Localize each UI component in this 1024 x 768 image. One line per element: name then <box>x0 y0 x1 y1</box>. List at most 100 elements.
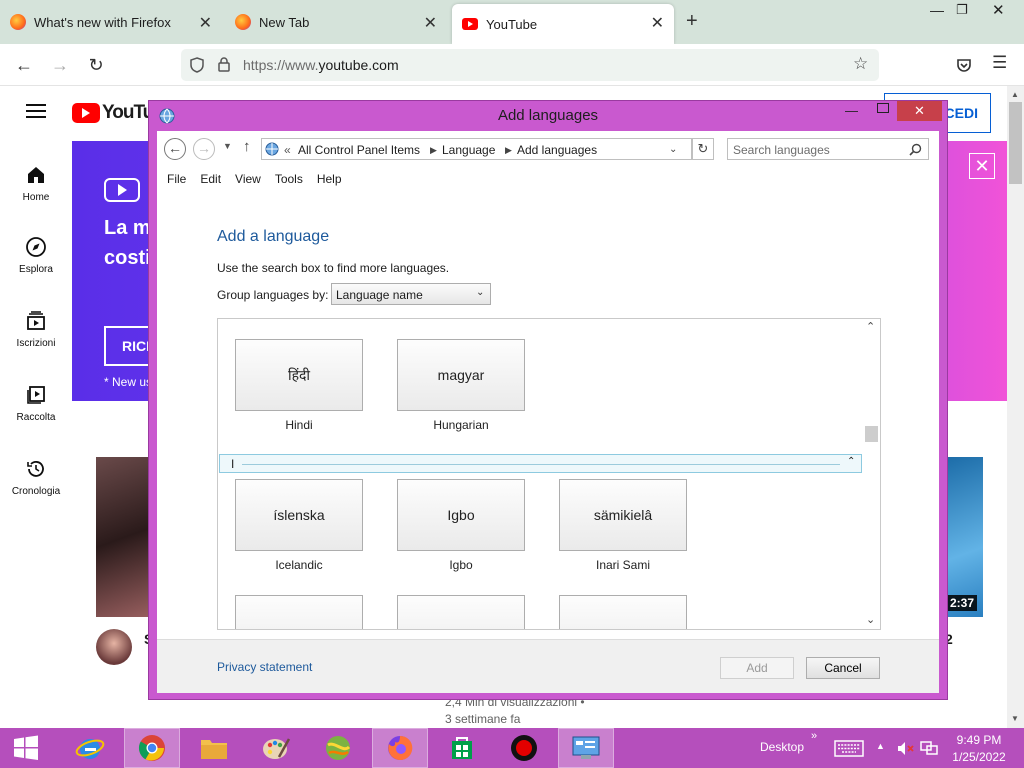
network-icon[interactable] <box>920 740 938 757</box>
search-input[interactable]: Search languages <box>727 138 929 160</box>
language-tile-partial[interactable] <box>235 595 363 629</box>
close-icon[interactable]: ✕ <box>651 13 664 33</box>
language-tile-partial[interactable] <box>559 595 687 629</box>
taskbar-control-panel[interactable] <box>558 728 614 768</box>
add-button[interactable]: Add <box>720 657 794 679</box>
breadcrumb-add-languages[interactable]: Add languages <box>517 139 597 161</box>
scroll-down-icon[interactable]: ⌄ <box>866 613 875 626</box>
tab-new-tab[interactable]: New Tab ✕ <box>225 0 447 44</box>
menu-view[interactable]: View <box>235 172 261 186</box>
sidebar-item-raccolta[interactable]: Raccolta <box>0 384 72 423</box>
collapse-icon[interactable]: ⌃ <box>847 456 855 467</box>
toolbar-expand-icon[interactable]: » <box>811 730 817 742</box>
address-history-dropdown[interactable]: ⌄ <box>669 139 677 161</box>
group-by-select[interactable]: Language name ⌄ <box>331 283 491 305</box>
url-text[interactable]: https://www.youtube.com <box>243 57 399 73</box>
breadcrumb-language[interactable]: Language <box>442 139 495 161</box>
clock-time[interactable]: 9:49 PM <box>946 733 1012 747</box>
volume-muted-icon[interactable] <box>896 740 914 757</box>
taskbar-paint[interactable] <box>248 728 304 768</box>
add-languages-window: Add languages — ✕ ← → ▼ ↑ « All Control … <box>148 100 948 700</box>
banner-headline-1: La m <box>104 217 151 239</box>
privacy-link[interactable]: Privacy statement <box>217 660 312 674</box>
restore-button[interactable]: ❐ <box>956 2 968 18</box>
forward-button[interactable]: → <box>48 53 72 77</box>
video-thumbnail[interactable]: 2:37 <box>945 457 983 617</box>
keyboard-icon[interactable] <box>834 740 864 757</box>
show-hidden-icons[interactable]: ▲ <box>876 741 885 751</box>
address-bar[interactable]: « All Control Panel Items ▶ Language ▶ A… <box>261 138 692 160</box>
start-button[interactable] <box>0 728 52 768</box>
channel-avatar[interactable] <box>96 629 132 665</box>
menu-edit[interactable]: Edit <box>200 172 221 186</box>
menu-bar: File Edit View Tools Help <box>157 167 939 191</box>
tab-whats-new[interactable]: What's new with Firefox ✕ <box>0 0 222 44</box>
sidebar-item-iscrizioni[interactable]: Iscrizioni <box>0 310 72 349</box>
nav-bar: ← → ↻ https://www.youtube.com ☆ ☰ <box>0 44 1024 86</box>
taskbar-file-explorer[interactable] <box>186 728 242 768</box>
language-tile-hungarian[interactable]: magyar <box>397 339 525 411</box>
close-icon[interactable]: ✕ <box>424 13 437 33</box>
history-icon <box>27 461 44 477</box>
up-button[interactable]: ↑ <box>243 138 251 155</box>
list-scrollbar[interactable]: ⌃ ⌄ <box>863 319 880 629</box>
recent-pages-dropdown[interactable]: ▼ <box>223 141 232 151</box>
menu-help[interactable]: Help <box>317 172 342 186</box>
search-icon[interactable] <box>909 143 922 156</box>
taskbar-firefox[interactable] <box>372 728 428 768</box>
back-button[interactable]: ← <box>164 138 186 160</box>
menu-tools[interactable]: Tools <box>275 172 303 186</box>
video-age: 3 settimane fa <box>445 712 521 726</box>
maximize-button[interactable] <box>877 103 889 113</box>
new-tab-button[interactable]: + <box>686 10 698 33</box>
pocket-icon[interactable] <box>956 57 972 73</box>
back-button[interactable]: ← <box>12 53 36 77</box>
tab-label: YouTube <box>486 16 538 32</box>
minimize-button[interactable]: — <box>845 103 858 118</box>
language-tile-partial[interactable] <box>397 595 525 629</box>
sidebar-item-esplora[interactable]: Esplora <box>0 236 72 275</box>
close-icon[interactable]: ✕ <box>199 13 212 33</box>
reload-button[interactable]: ↻ <box>84 53 108 77</box>
video-thumbnail[interactable] <box>96 457 156 617</box>
language-label: Igbo <box>449 558 473 572</box>
group-header-i[interactable]: I ⌃ <box>219 454 862 473</box>
language-tile-igbo[interactable]: Igbo <box>397 479 525 551</box>
sidebar-item-home[interactable]: Home <box>0 164 72 203</box>
taskbar-app-globe[interactable] <box>310 728 366 768</box>
chrome-icon <box>138 735 165 761</box>
bookmark-star-icon[interactable]: ☆ <box>853 54 868 74</box>
language-tile-inari-sami[interactable]: sämikielâ <box>559 479 687 551</box>
page-scrollbar[interactable]: ▲ ▼ <box>1007 86 1024 728</box>
clock-date[interactable]: 1/25/2022 <box>946 750 1012 764</box>
sidebar-item-cronologia[interactable]: Cronologia <box>0 458 72 497</box>
scrollbar-thumb[interactable] <box>1009 102 1022 184</box>
banner-close-button[interactable]: ✕ <box>969 153 995 179</box>
scroll-up-icon[interactable]: ⌃ <box>866 320 875 333</box>
shield-icon[interactable] <box>190 57 204 73</box>
minimize-button[interactable]: — <box>930 2 944 18</box>
lock-icon[interactable] <box>218 57 230 72</box>
desktop-toolbar-label[interactable]: Desktop <box>760 740 804 754</box>
breadcrumb-overflow[interactable]: « <box>284 139 291 161</box>
tab-youtube[interactable]: YouTube ✕ <box>452 4 674 44</box>
close-window-button[interactable]: ✕ <box>992 1 1005 19</box>
refresh-button[interactable]: ↻ <box>692 138 714 160</box>
taskbar-chrome[interactable] <box>124 728 180 768</box>
breadcrumb-control-panel[interactable]: All Control Panel Items <box>298 139 420 161</box>
hamburger-icon[interactable] <box>26 104 46 118</box>
menu-file[interactable]: File <box>167 172 186 186</box>
cancel-button[interactable]: Cancel <box>806 657 880 679</box>
menu-icon[interactable]: ☰ <box>992 53 1007 73</box>
language-tile-hindi[interactable]: हिंदी <box>235 339 363 411</box>
taskbar-ie[interactable] <box>62 728 118 768</box>
scrollbar-thumb[interactable] <box>865 426 878 442</box>
language-tile-icelandic[interactable]: íslenska <box>235 479 363 551</box>
search-placeholder: Search languages <box>733 143 830 157</box>
taskbar-recorder[interactable] <box>496 728 552 768</box>
url-bar[interactable]: https://www.youtube.com ☆ <box>181 49 879 81</box>
forward-button[interactable]: → <box>193 138 215 160</box>
globe-app-icon <box>326 736 351 760</box>
close-window-button[interactable]: ✕ <box>897 101 942 121</box>
taskbar-store[interactable] <box>434 728 490 768</box>
